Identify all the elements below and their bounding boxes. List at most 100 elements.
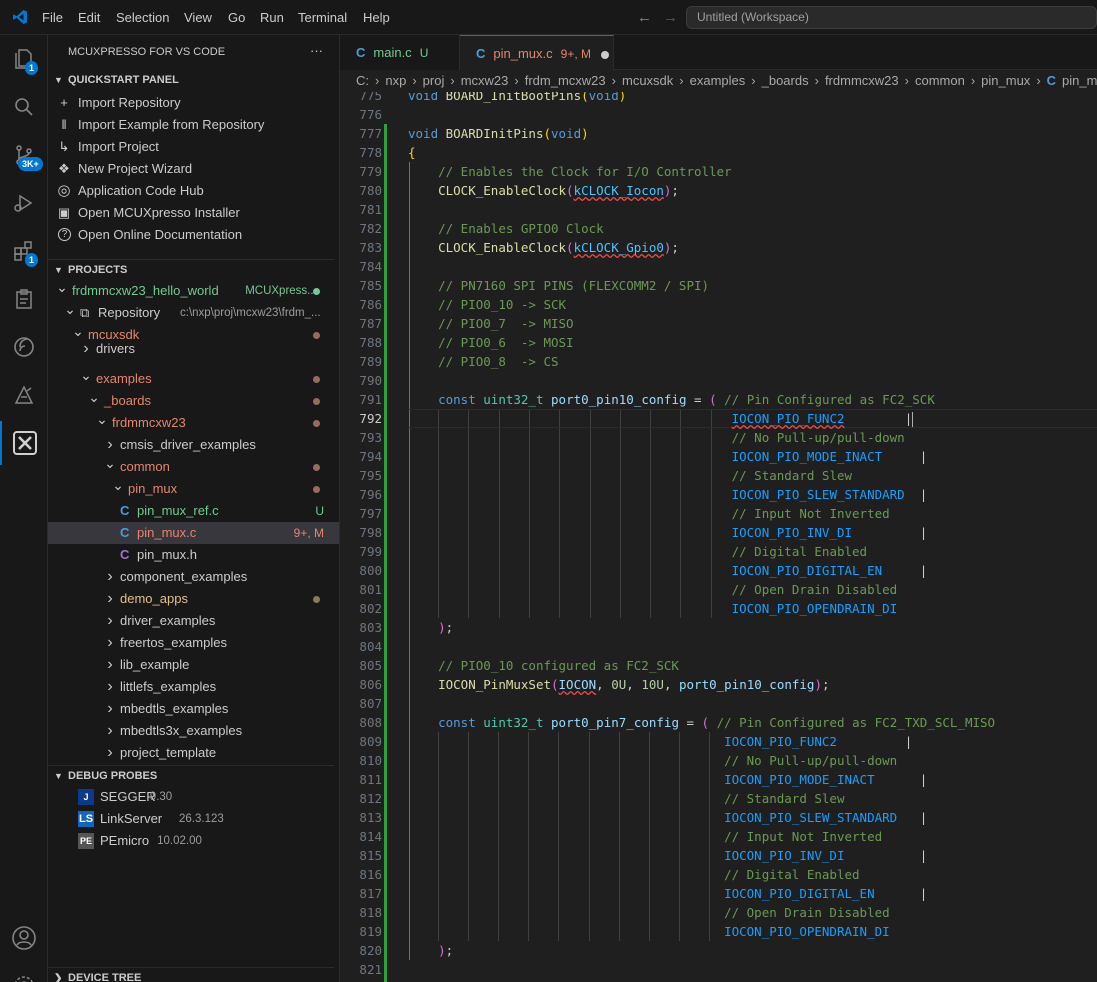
code-editor[interactable]: 775 void BOARD_InitBootPins(void) 776 777 vo…	[340, 92, 1097, 982]
debug-probe-item[interactable]: PE PEmicro 10.02.00	[48, 830, 339, 852]
tree-item[interactable]: ⌄ pin_mux	[48, 477, 339, 500]
code-line[interactable]: // PIO0_7 -> MISO	[408, 314, 573, 333]
source-control-icon[interactable]: 3K+	[0, 133, 48, 177]
extensions-icon[interactable]: 1	[0, 229, 48, 273]
tree-item[interactable]: Cpin_mux_ref.c U	[48, 500, 339, 522]
search-icon[interactable]	[0, 85, 48, 129]
code-line[interactable]: IOCON_PIO_INV_DI |	[408, 846, 927, 865]
mcuxpresso-icon[interactable]	[0, 421, 48, 465]
code-line[interactable]: IOCON_PIO_OPENDRAIN_DI	[408, 922, 890, 941]
breadcrumb-item[interactable]: proj	[423, 73, 445, 88]
code-line[interactable]: // No Pull-up/pull-down	[408, 751, 897, 770]
code-line[interactable]: // Standard Slew	[408, 789, 844, 808]
debug-probe-item[interactable]: J SEGGER 9.30	[48, 786, 339, 808]
quickstart-panel-header[interactable]: ▼ QUICKSTART PANEL	[54, 70, 179, 90]
code-line[interactable]: CLOCK_EnableClock(kCLOCK_Gpio0);	[408, 238, 679, 257]
code-line[interactable]: // Digital Enabled	[408, 865, 859, 884]
manage-gear-icon[interactable]	[0, 964, 48, 982]
tree-item[interactable]: › littlefs_examples	[48, 676, 339, 698]
code-line[interactable]: // Enables the Clock for I/O Controller	[408, 162, 732, 181]
menu-item-file[interactable]: File	[42, 10, 63, 25]
back-arrow-icon[interactable]: ←	[637, 9, 652, 26]
menu-item-terminal[interactable]: Terminal	[298, 10, 347, 25]
code-line[interactable]: IOCON_PIO_MODE_INACT |	[408, 447, 928, 466]
breadcrumb-item[interactable]: frdmmcxw23	[825, 73, 899, 88]
code-line[interactable]: IOCON_PIO_DIGITAL_EN |	[408, 561, 928, 580]
code-line[interactable]: // Enables GPIO0 Clock	[408, 219, 604, 238]
unsaved-dot-icon[interactable]	[601, 50, 609, 59]
breadcrumb-item[interactable]: mcxw23	[461, 73, 509, 88]
code-line[interactable]: // PIO0_10 -> SCK	[408, 295, 566, 314]
menu-item-help[interactable]: Help	[363, 10, 390, 25]
menu-item-selection[interactable]: Selection	[116, 10, 169, 25]
code-line[interactable]: void BOARDInitPins(void)	[408, 124, 589, 143]
code-line[interactable]: );	[408, 941, 453, 960]
code-line[interactable]: // No Pull-up/pull-down	[408, 428, 905, 447]
tree-item-selected[interactable]: Cpin_mux.c 9+, M	[48, 522, 339, 544]
quickstart-item[interactable]: ❖ New Project Wizard	[48, 158, 339, 180]
projects-header[interactable]: ▼ PROJECTS	[48, 259, 334, 279]
code-line[interactable]: CLOCK_EnableClock(kCLOCK_Iocon);	[408, 181, 679, 200]
tree-item[interactable]: › demo_apps	[48, 588, 339, 610]
code-line[interactable]: // Input Not Inverted	[408, 827, 882, 846]
code-line[interactable]: {	[408, 143, 416, 162]
testing-icon[interactable]	[0, 277, 48, 321]
code-line[interactable]: IOCON_PIO_OPENDRAIN_DI	[408, 599, 898, 618]
breadcrumb-item[interactable]: common	[915, 73, 965, 88]
code-line[interactable]: // PN7160 SPI PINS (FLEXCOMM2 / SPI)	[408, 276, 709, 295]
wifi-icon[interactable]	[0, 325, 48, 369]
tree-item[interactable]: › component_examples	[48, 566, 339, 588]
menu-item-run[interactable]: Run	[260, 10, 284, 25]
tree-item[interactable]: Cpin_mux.h	[48, 544, 339, 566]
tree-item[interactable]: › cmsis_driver_examples	[48, 434, 339, 456]
breadcrumb-item[interactable]: pin_mux	[981, 73, 1030, 88]
quickstart-item[interactable]: ? Open Online Documentation	[48, 224, 339, 246]
more-actions-icon[interactable]: ···	[310, 43, 323, 58]
debug-probes-header[interactable]: ▼ DEBUG PROBES	[48, 765, 334, 785]
forward-arrow-icon[interactable]: →	[663, 9, 678, 26]
tree-item[interactable]: ⌄ frdmmcxw23	[48, 411, 339, 434]
device-tree-header[interactable]: ❯ DEVICE TREE	[48, 967, 334, 982]
tree-item[interactable]: › mbedtls3x_examples	[48, 720, 339, 742]
menu-item-view[interactable]: View	[184, 10, 212, 25]
tools-icon[interactable]	[0, 373, 48, 417]
code-line[interactable]: const uint32_t port0_pin7_config = ( // …	[408, 713, 995, 732]
code-line[interactable]: void BOARD_InitBootPins(void)	[408, 92, 626, 105]
account-icon[interactable]	[0, 916, 48, 960]
quickstart-item[interactable]: ‖ Import Example from Repository	[48, 114, 339, 136]
code-line[interactable]: IOCON_PIO_DIGITAL_EN |	[408, 884, 927, 903]
tree-item[interactable]: ⌄ ⧉ Repository c:\nxp\proj\mcxw23\frdm_...	[48, 301, 339, 324]
code-line[interactable]: IOCON_PIO_FUNC2 |	[408, 732, 912, 751]
breadcrumb-item[interactable]: examples	[690, 73, 746, 88]
quickstart-item[interactable]: ▣ Open MCUXpresso Installer	[48, 202, 339, 224]
code-line[interactable]: // Open Drain Disabled	[408, 903, 890, 922]
breadcrumb-item[interactable]: mcuxsdk	[622, 73, 673, 88]
run-debug-icon[interactable]	[0, 181, 48, 225]
tree-item[interactable]: › lib_example	[48, 654, 339, 676]
quickstart-item[interactable]: ◎ Application Code Hub	[48, 180, 339, 202]
debug-probe-item[interactable]: LS LinkServer 26.3.123	[48, 808, 339, 830]
code-line[interactable]: IOCON_PIO_MODE_INACT |	[408, 770, 927, 789]
quickstart-item[interactable]: ↳ Import Project	[48, 136, 339, 158]
breadcrumb-item[interactable]: pin_mu	[1062, 73, 1097, 88]
code-line[interactable]: // Digital Enabled	[408, 542, 867, 561]
code-line[interactable]: // PIO0_6 -> MOSI	[408, 333, 573, 352]
code-line[interactable]: IOCON_PIO_FUNC2 |	[408, 409, 914, 428]
tree-item[interactable]	[48, 756, 339, 765]
tree-item[interactable]: › mbedtls_examples	[48, 698, 339, 720]
tree-item[interactable]: ⌄ common	[48, 455, 339, 478]
tree-item[interactable]: ⌄ _boards	[48, 389, 339, 412]
code-line[interactable]: // Input Not Inverted	[408, 504, 890, 523]
tree-item[interactable]: ⌄ frdmmcxw23_hello_world MCUXpress...	[48, 280, 339, 302]
code-line[interactable]: IOCON_PIO_INV_DI |	[408, 523, 928, 542]
code-line[interactable]: IOCON_PIO_SLEW_STANDARD |	[408, 485, 928, 504]
code-line[interactable]: IOCON_PIO_SLEW_STANDARD |	[408, 808, 927, 827]
breadcrumb-item[interactable]: frdm_mcxw23	[525, 73, 606, 88]
tab-main-c[interactable]: Cmain.c U	[340, 35, 460, 70]
explorer-icon[interactable]: 1	[0, 37, 48, 81]
tree-item[interactable]: › freertos_examples	[48, 632, 339, 654]
code-line[interactable]: // PIO0_10 configured as FC2_SCK	[408, 656, 679, 675]
menu-item-edit[interactable]: Edit	[78, 10, 100, 25]
code-line[interactable]: // Open Drain Disabled	[408, 580, 898, 599]
tree-item[interactable]: › drivers	[48, 338, 339, 360]
